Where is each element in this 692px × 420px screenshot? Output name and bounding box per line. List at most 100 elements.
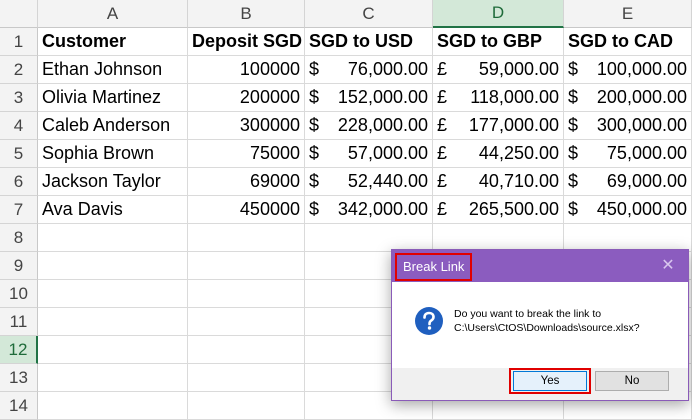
currency-value: 118,000.00 [470, 87, 559, 107]
cell-a8[interactable] [38, 224, 188, 252]
currency-symbol: $ [568, 87, 579, 107]
currency-symbol: £ [437, 59, 448, 79]
cell-a3[interactable]: Olivia Martinez [38, 84, 188, 112]
cell-b5[interactable]: 75000 [188, 140, 305, 168]
cell-c3[interactable]: $152,000.00 [305, 84, 433, 112]
cell-e1[interactable]: SGD to CAD [564, 28, 692, 56]
cell-b11[interactable] [188, 308, 305, 336]
row-header-2[interactable]: 2 [0, 56, 38, 84]
row-header-12[interactable]: 12 [0, 336, 38, 364]
cell-a10[interactable] [38, 280, 188, 308]
cell-e7[interactable]: $450,000.00 [564, 196, 692, 224]
currency-value: 75,000.00 [606, 143, 687, 163]
break-link-dialog: Break Link ✕ Do you want to break the li… [391, 249, 689, 401]
row-header-8[interactable]: 8 [0, 224, 38, 252]
currency-symbol: $ [309, 115, 320, 135]
currency-symbol: $ [309, 199, 320, 219]
cell-d7[interactable]: £265,500.00 [433, 196, 564, 224]
cell-a2[interactable]: Ethan Johnson [38, 56, 188, 84]
currency-symbol: $ [309, 143, 320, 163]
row-header-9[interactable]: 9 [0, 252, 38, 280]
cell-b7[interactable]: 450000 [188, 196, 305, 224]
column-header-c[interactable]: C [305, 0, 433, 28]
row-header-7[interactable]: 7 [0, 196, 38, 224]
cell-a6[interactable]: Jackson Taylor [38, 168, 188, 196]
currency-symbol: $ [568, 59, 579, 79]
row-header-11[interactable]: 11 [0, 308, 38, 336]
cell-c7[interactable]: $342,000.00 [305, 196, 433, 224]
cell-a7[interactable]: Ava Davis [38, 196, 188, 224]
cell-b10[interactable] [188, 280, 305, 308]
currency-value: 76,000.00 [347, 59, 428, 79]
cell-c1[interactable]: SGD to USD [305, 28, 433, 56]
row-header-4[interactable]: 4 [0, 112, 38, 140]
cell-b8[interactable] [188, 224, 305, 252]
cell-a1[interactable]: Customer [38, 28, 188, 56]
currency-value: 152,000.00 [337, 87, 428, 107]
column-header-a[interactable]: A [38, 0, 188, 28]
currency-symbol: £ [437, 199, 448, 219]
cell-e6[interactable]: $69,000.00 [564, 168, 692, 196]
cell-e4[interactable]: $300,000.00 [564, 112, 692, 140]
row-header-10[interactable]: 10 [0, 280, 38, 308]
cell-a9[interactable] [38, 252, 188, 280]
row-header-3[interactable]: 3 [0, 84, 38, 112]
cell-b3[interactable]: 200000 [188, 84, 305, 112]
cell-d5[interactable]: £44,250.00 [433, 140, 564, 168]
cell-d3[interactable]: £118,000.00 [433, 84, 564, 112]
close-icon[interactable]: ✕ [658, 254, 678, 278]
cell-e2[interactable]: $100,000.00 [564, 56, 692, 84]
cell-d1[interactable]: SGD to GBP [433, 28, 564, 56]
cell-a11[interactable] [38, 308, 188, 336]
cell-a4[interactable]: Caleb Anderson [38, 112, 188, 140]
cell-d8[interactable] [433, 224, 564, 252]
cell-c2[interactable]: $76,000.00 [305, 56, 433, 84]
column-header-e[interactable]: E [564, 0, 692, 28]
currency-symbol: $ [568, 171, 579, 191]
row-header-6[interactable]: 6 [0, 168, 38, 196]
cell-c5[interactable]: $57,000.00 [305, 140, 433, 168]
cell-e8[interactable] [564, 224, 692, 252]
select-all-corner[interactable] [0, 0, 38, 28]
column-header-b[interactable]: B [188, 0, 305, 28]
cell-b2[interactable]: 100000 [188, 56, 305, 84]
cell-d6[interactable]: £40,710.00 [433, 168, 564, 196]
cell-b13[interactable] [188, 364, 305, 392]
cell-b1[interactable]: Deposit SGD [188, 28, 305, 56]
cell-a13[interactable] [38, 364, 188, 392]
cell-c4[interactable]: $228,000.00 [305, 112, 433, 140]
cell-c8[interactable] [305, 224, 433, 252]
cell-e3[interactable]: $200,000.00 [564, 84, 692, 112]
yes-button[interactable]: Yes [513, 371, 587, 391]
cell-d4[interactable]: £177,000.00 [433, 112, 564, 140]
currency-symbol: £ [437, 115, 448, 135]
cell-b6[interactable]: 69000 [188, 168, 305, 196]
currency-symbol: £ [437, 171, 448, 191]
currency-value: 100,000.00 [596, 59, 687, 79]
cell-e5[interactable]: $75,000.00 [564, 140, 692, 168]
currency-value: 44,250.00 [478, 143, 559, 163]
currency-value: 177,000.00 [468, 115, 559, 135]
cell-b9[interactable] [188, 252, 305, 280]
row-header-13[interactable]: 13 [0, 364, 38, 392]
no-button[interactable]: No [595, 371, 669, 391]
cell-a5[interactable]: Sophia Brown [38, 140, 188, 168]
cell-d2[interactable]: £59,000.00 [433, 56, 564, 84]
currency-symbol: $ [309, 59, 320, 79]
currency-value: 342,000.00 [337, 199, 428, 219]
row-header-5[interactable]: 5 [0, 140, 38, 168]
cell-c6[interactable]: $52,440.00 [305, 168, 433, 196]
row-header-1[interactable]: 1 [0, 28, 38, 56]
cell-a12[interactable] [38, 336, 188, 364]
cell-b12[interactable] [188, 336, 305, 364]
currency-symbol: $ [309, 171, 320, 191]
dialog-message-line1: Do you want to break the link to [454, 308, 602, 320]
column-header-d[interactable]: D [433, 0, 564, 28]
currency-value: 59,000.00 [478, 59, 559, 79]
currency-value: 52,440.00 [347, 171, 428, 191]
cell-b4[interactable]: 300000 [188, 112, 305, 140]
currency-symbol: $ [568, 115, 579, 135]
currency-value: 300,000.00 [596, 115, 687, 135]
dialog-titlebar[interactable]: Break Link ✕ [392, 250, 688, 282]
currency-value: 200,000.00 [596, 87, 687, 107]
